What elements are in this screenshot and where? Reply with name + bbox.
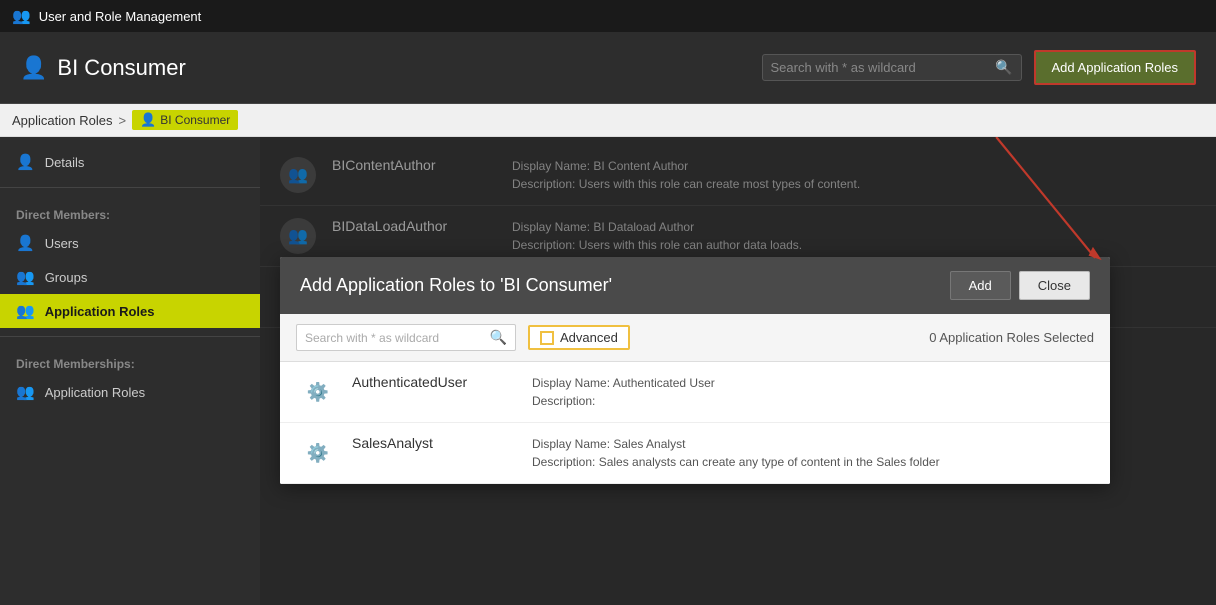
sidebar-item-groups-label: Groups xyxy=(45,270,88,285)
global-search-bar[interactable]: 🔍 xyxy=(762,54,1022,81)
sidebar-item-application-roles[interactable]: 👥 Application Roles xyxy=(0,294,260,328)
dialog-role-display-name: Display Name: Authenticated User xyxy=(532,374,715,392)
roles-selected-count: 0 Application Roles Selected xyxy=(929,330,1094,345)
sidebar-divider-2 xyxy=(0,336,260,337)
sidebar: 👤 Details Direct Members: 👤 Users 👥 Grou… xyxy=(0,137,260,605)
dialog-title: Add Application Roles to 'BI Consumer' xyxy=(300,275,612,296)
dialog-close-button[interactable]: Close xyxy=(1019,271,1090,300)
advanced-label: Advanced xyxy=(560,330,618,345)
app-roles-icon: 👥 xyxy=(16,302,35,320)
add-application-roles-button[interactable]: Add Application Roles xyxy=(1034,50,1196,85)
breadcrumb-current: 👤 BI Consumer xyxy=(132,110,238,130)
breadcrumb-current-label: BI Consumer xyxy=(160,113,230,127)
main-content: 👥 BIContentAuthor Display Name: BI Conte… xyxy=(260,137,1216,605)
dialog-role-icon: ⚙️ xyxy=(300,435,336,471)
global-search-icon: 🔍 xyxy=(995,59,1012,76)
sidebar-item-details-label: Details xyxy=(45,155,85,170)
add-roles-dialog: Add Application Roles to 'BI Consumer' A… xyxy=(280,257,1110,484)
breadcrumb-separator: > xyxy=(118,113,126,128)
dialog-role-icon: ⚙️ xyxy=(300,374,336,410)
breadcrumb-link[interactable]: Application Roles xyxy=(12,113,112,128)
global-search-input[interactable] xyxy=(771,60,996,75)
header-title-container: 👤 BI Consumer xyxy=(20,55,762,81)
dialog-role-item[interactable]: ⚙️ SalesAnalyst Display Name: Sales Anal… xyxy=(280,423,1110,484)
breadcrumb-current-icon: 👤 xyxy=(140,112,156,128)
sidebar-item-app-roles-2-label: Application Roles xyxy=(45,385,145,400)
sidebar-divider-1 xyxy=(0,187,260,188)
top-bar: 👥 User and Role Management xyxy=(0,0,1216,32)
dialog-search-icon: 🔍 xyxy=(490,329,507,346)
top-bar-title: User and Role Management xyxy=(39,9,202,24)
sidebar-section-direct-members: Direct Members: xyxy=(0,196,260,226)
dialog-role-name: AuthenticatedUser xyxy=(352,374,512,390)
groups-icon: 👥 xyxy=(16,268,35,286)
advanced-checkbox xyxy=(540,331,554,345)
dialog-search-input-wrapper[interactable]: 🔍 xyxy=(296,324,516,351)
main-layout: 👤 Details Direct Members: 👤 Users 👥 Grou… xyxy=(0,137,1216,605)
app-roles-2-icon: 👥 xyxy=(16,383,35,401)
header-user-icon: 👤 xyxy=(20,55,47,81)
dialog-role-item[interactable]: ⚙️ AuthenticatedUser Display Name: Authe… xyxy=(280,362,1110,423)
sidebar-item-users[interactable]: 👤 Users xyxy=(0,226,260,260)
sidebar-item-groups[interactable]: 👥 Groups xyxy=(0,260,260,294)
dialog-actions: Add Close xyxy=(950,271,1090,300)
dialog-role-info: Display Name: Authenticated User Descrip… xyxy=(532,374,715,410)
dialog-search-input[interactable] xyxy=(305,331,490,345)
sidebar-section-direct-memberships: Direct Memberships: xyxy=(0,345,260,375)
sidebar-item-application-roles-2[interactable]: 👥 Application Roles xyxy=(0,375,260,409)
dialog-role-list: ⚙️ AuthenticatedUser Display Name: Authe… xyxy=(280,362,1110,484)
dialog-role-name: SalesAnalyst xyxy=(352,435,512,451)
main-header: 👤 BI Consumer 🔍 Add Application Roles xyxy=(0,32,1216,104)
details-icon: 👤 xyxy=(16,153,35,171)
dialog-overlay: Add Application Roles to 'BI Consumer' A… xyxy=(260,137,1216,605)
breadcrumb: Application Roles > 👤 BI Consumer xyxy=(0,104,1216,137)
dialog-role-info: Display Name: Sales Analyst Description:… xyxy=(532,435,940,471)
dialog-header: Add Application Roles to 'BI Consumer' A… xyxy=(280,257,1110,314)
dialog-role-description: Description: Sales analysts can create a… xyxy=(532,453,940,471)
sidebar-item-details[interactable]: 👤 Details xyxy=(0,145,260,179)
dialog-add-button[interactable]: Add xyxy=(950,271,1011,300)
sidebar-item-users-label: Users xyxy=(45,236,79,251)
users-icon: 👤 xyxy=(16,234,35,252)
dialog-role-display-name: Display Name: Sales Analyst xyxy=(532,435,940,453)
header-title: BI Consumer xyxy=(57,55,185,81)
top-bar-icon: 👥 xyxy=(12,7,31,25)
dialog-search-bar: 🔍 Advanced 0 Application Roles Selected xyxy=(280,314,1110,362)
dialog-role-description: Description: xyxy=(532,392,715,410)
sidebar-item-app-roles-label: Application Roles xyxy=(45,304,155,319)
advanced-button[interactable]: Advanced xyxy=(528,325,630,350)
